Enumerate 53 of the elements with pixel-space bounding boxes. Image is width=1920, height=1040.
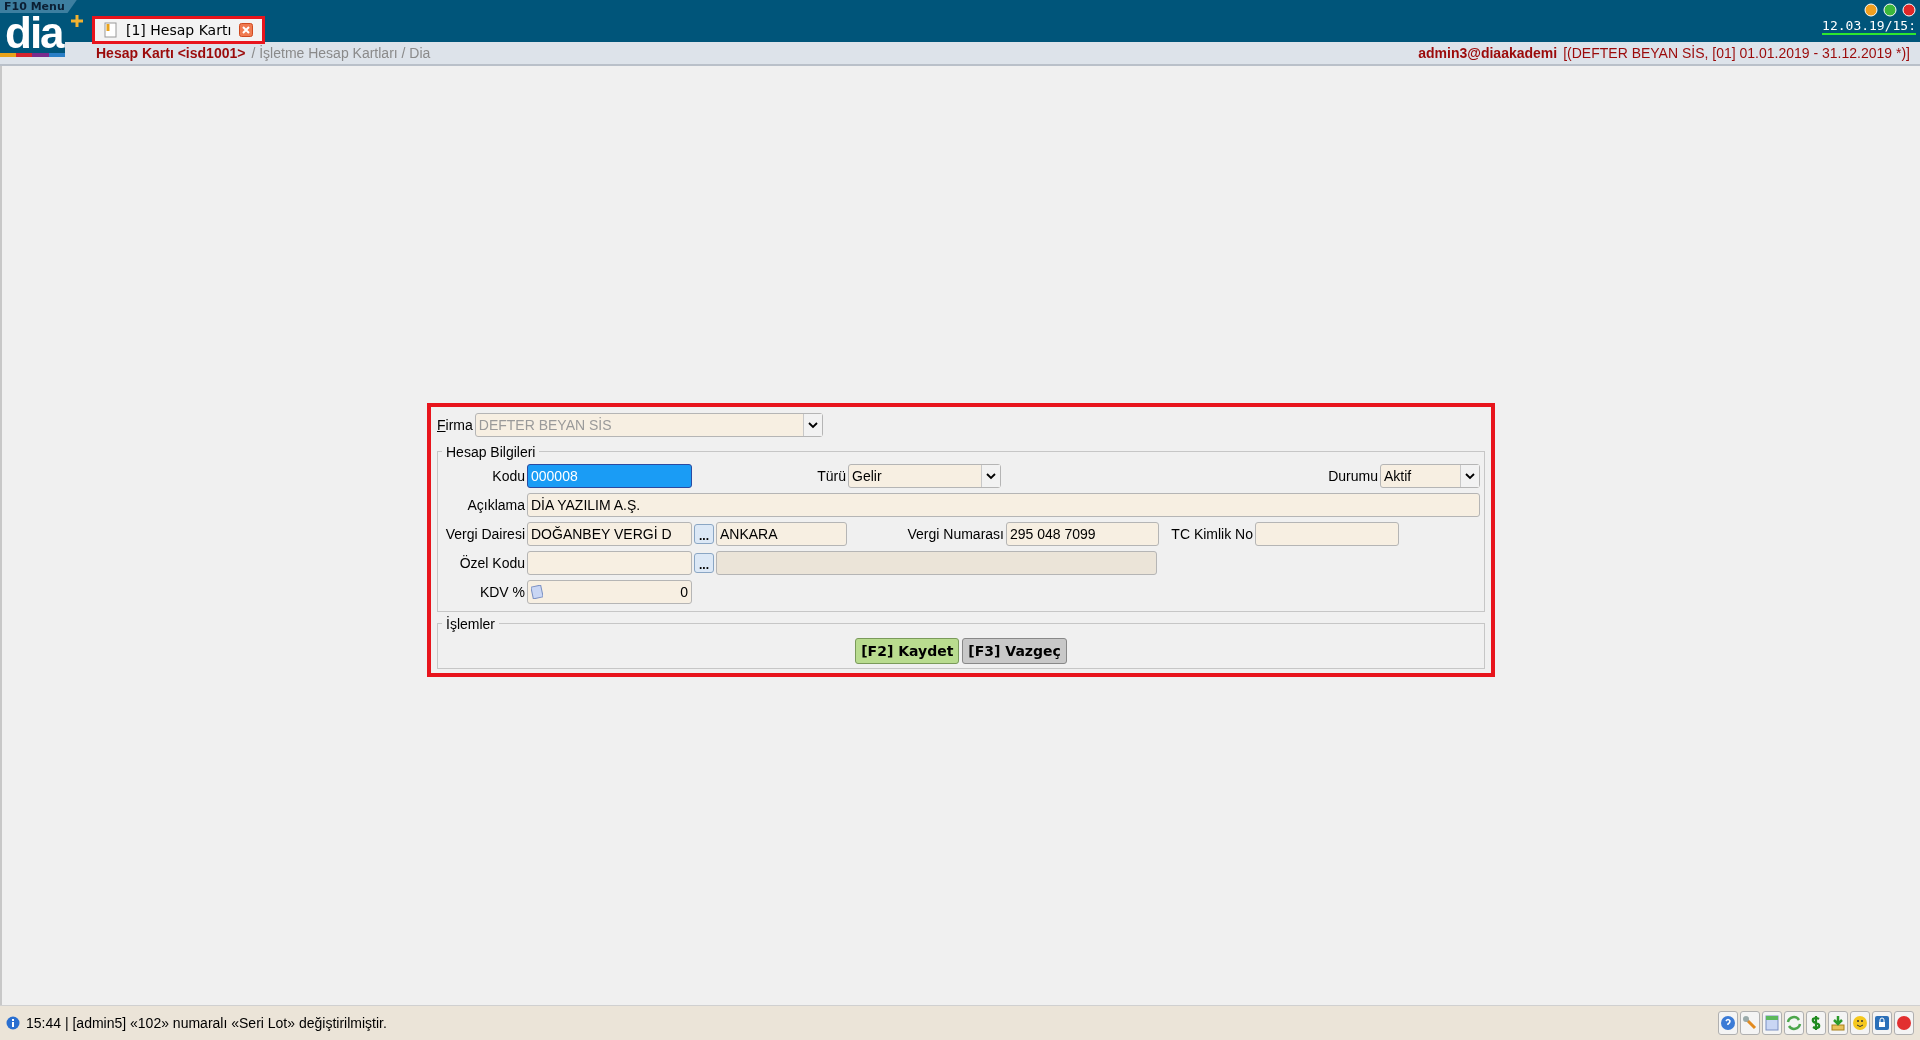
group-title: İşlemler — [445, 615, 496, 632]
smiley-icon[interactable] — [1850, 1011, 1870, 1035]
field-label: Özel Kodu — [458, 555, 526, 571]
window-control-icon[interactable] — [1902, 3, 1916, 17]
caret-icon[interactable] — [986, 472, 996, 480]
wrench-icon[interactable] — [1740, 1011, 1760, 1035]
status-dropdown[interactable]: Aktif — [1380, 464, 1480, 488]
cancel-button[interactable]: [F3] Vazgeç — [962, 637, 1067, 664]
session-context: [(DEFTER BEYAN SİS, [01] 01.01.2019 - 31.12.2019 *)] — [1563, 45, 1910, 61]
page-title: Hesap Kartı <isd1001> — [96, 45, 246, 61]
input-field[interactable] — [1255, 522, 1399, 546]
download-icon[interactable] — [1828, 1011, 1848, 1035]
field-label: KDV % — [478, 584, 526, 600]
dollar-icon[interactable] — [1806, 1011, 1826, 1035]
field-label: Firma — [437, 417, 474, 433]
window-control-icon[interactable] — [1883, 3, 1897, 17]
field-label: Kodu — [491, 468, 526, 484]
type-dropdown[interactable]: Gelir — [848, 464, 1001, 488]
input-field[interactable]: DİA YAZILIM A.Ş. — [527, 493, 1480, 517]
plus-icon[interactable] — [70, 14, 84, 28]
caret-icon[interactable] — [1465, 472, 1475, 480]
user-name: admin3@diaakademi — [1418, 45, 1558, 61]
input-field[interactable]: DOĞANBEY VERGİ D — [527, 522, 692, 546]
window-control-icon[interactable] — [1864, 3, 1878, 17]
field-label: Vergi Dairesi — [444, 526, 526, 542]
breadcrumb-path: / İşletme Hesap Kartları / Dia — [251, 45, 431, 61]
logo: dia — [0, 13, 65, 57]
document-icon — [104, 22, 118, 38]
calculator-icon[interactable] — [1762, 1011, 1782, 1035]
input-field[interactable] — [527, 551, 692, 575]
input-field[interactable]: ANKARA — [716, 522, 847, 546]
save-button[interactable]: [F2] Kaydet — [855, 637, 960, 664]
input-field[interactable]: 295 048 7099 — [1006, 522, 1159, 546]
field-label: TC Kimlik No — [1170, 526, 1254, 542]
clock: 12.03.19/15: — [1822, 18, 1916, 35]
input-field[interactable]: 0 — [527, 580, 692, 604]
field-label: Türü — [816, 468, 847, 484]
field-label: Açıklama — [466, 497, 526, 513]
browse-button[interactable]: ... — [694, 524, 714, 544]
lock-icon[interactable] — [1872, 1011, 1892, 1035]
info-icon — [6, 1016, 20, 1030]
menu-label[interactable]: F10 Menu — [0, 0, 77, 13]
field-label: Vergi Numarası — [906, 526, 1005, 542]
calculator-icon[interactable] — [531, 585, 543, 599]
browse-button[interactable]: ... — [694, 553, 714, 573]
stop-icon[interactable] — [1894, 1011, 1914, 1035]
help-icon[interactable] — [1718, 1011, 1738, 1035]
tab[interactable]: [1] Hesap Kartı — [94, 18, 264, 42]
close-icon[interactable] — [239, 23, 254, 37]
refresh-icon[interactable] — [1784, 1011, 1804, 1035]
status-message: 15:44 | [admin5] «102» numaralı «Seri Lot» değiştirilmiştir. — [26, 1015, 387, 1031]
field-label: Durumu — [1328, 468, 1379, 484]
group-title: Hesap Bilgileri — [445, 443, 537, 460]
